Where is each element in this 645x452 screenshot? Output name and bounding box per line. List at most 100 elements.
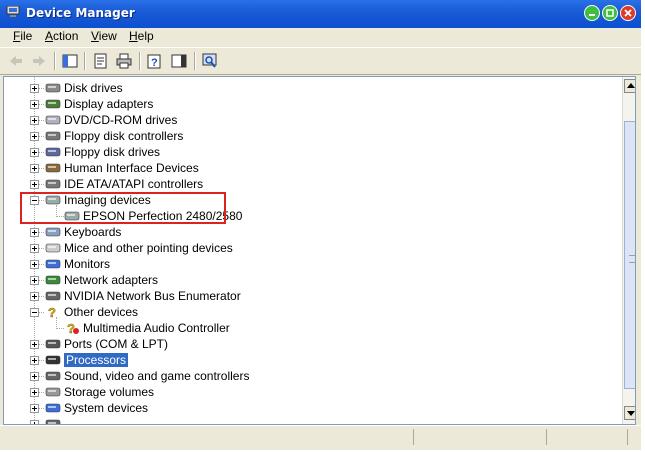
tree-line bbox=[39, 280, 44, 282]
icon-highlight bbox=[48, 390, 56, 392]
tree-line bbox=[39, 360, 44, 362]
print-icon[interactable] bbox=[115, 52, 133, 70]
maximize-icon bbox=[606, 9, 614, 17]
tree-item[interactable]: Ports (COM & LPT) bbox=[4, 336, 604, 352]
plus-stroke bbox=[34, 134, 35, 139]
tree-item[interactable]: Storage volumes bbox=[4, 384, 604, 400]
expand-icon[interactable] bbox=[30, 180, 39, 189]
minimize-button[interactable] bbox=[584, 5, 600, 21]
hid-icon bbox=[45, 163, 61, 173]
tree-item[interactable]: Sound, video and game controllers bbox=[4, 368, 604, 384]
icon-highlight bbox=[48, 374, 56, 376]
tree-line bbox=[39, 312, 44, 314]
tree-item[interactable]: Keyboards bbox=[4, 224, 604, 240]
expand-icon[interactable] bbox=[30, 148, 39, 157]
scroll-down-button[interactable] bbox=[624, 406, 635, 420]
expand-icon[interactable] bbox=[30, 356, 39, 365]
tree-item[interactable]: Human Interface Devices bbox=[4, 160, 604, 176]
menu-view[interactable]: View bbox=[91, 29, 117, 43]
tree-item[interactable]: Network adapters bbox=[4, 272, 604, 288]
plus-stroke bbox=[34, 294, 35, 299]
arrow-up-icon bbox=[627, 83, 635, 88]
minimize-icon bbox=[589, 14, 595, 16]
tree-item[interactable]: Mice and other pointing devices bbox=[4, 240, 604, 256]
tree-item-label: Storage volumes bbox=[64, 385, 155, 399]
tree-item[interactable]: Display adapters bbox=[4, 96, 604, 112]
tree-item[interactable]: Processors bbox=[4, 352, 604, 368]
collapse-icon[interactable] bbox=[30, 308, 39, 317]
expand-icon[interactable] bbox=[30, 340, 39, 349]
scroll-up-button[interactable] bbox=[624, 79, 635, 93]
tree-item[interactable]: DVD/CD-ROM drives bbox=[4, 112, 604, 128]
plus-stroke bbox=[34, 374, 35, 379]
title-bar[interactable]: Device Manager bbox=[0, 0, 641, 28]
show-hide-tree-icon[interactable] bbox=[61, 52, 79, 70]
tree-line bbox=[39, 264, 44, 266]
plus-stroke bbox=[34, 150, 35, 155]
unknown-device-icon: ? bbox=[48, 305, 57, 319]
expand-icon[interactable] bbox=[30, 260, 39, 269]
tree-item-label: Display adapters bbox=[64, 97, 154, 111]
plus-stroke bbox=[34, 342, 35, 347]
expand-icon[interactable] bbox=[30, 116, 39, 125]
icon-highlight bbox=[48, 102, 56, 104]
tree-item[interactable]: Floppy disk drives bbox=[4, 144, 604, 160]
expand-icon[interactable] bbox=[30, 244, 39, 253]
close-button[interactable] bbox=[620, 5, 636, 21]
back-icon[interactable] bbox=[7, 52, 25, 70]
icon-highlight bbox=[48, 422, 56, 424]
expand-icon[interactable] bbox=[30, 164, 39, 173]
resize-grip[interactable] bbox=[627, 429, 640, 445]
toolbar-separator bbox=[54, 52, 56, 70]
tree-item-label: System devices bbox=[64, 401, 149, 415]
tree-item[interactable]: Universal Serial Bus controllers bbox=[4, 416, 604, 424]
tree-item[interactable]: Disk drives bbox=[4, 80, 604, 96]
status-pane bbox=[413, 429, 546, 445]
tree-item[interactable]: ? Other devices bbox=[4, 304, 604, 320]
device-manager-window: Device Manager File Action View Help ? D… bbox=[0, 0, 641, 450]
scan-hardware-icon[interactable] bbox=[201, 52, 219, 70]
vertical-scrollbar[interactable] bbox=[622, 77, 635, 424]
device-tree[interactable]: Disk drives Display adapters DVD/CD-ROM dr… bbox=[3, 76, 636, 425]
tree-line bbox=[39, 248, 44, 250]
monitor-icon bbox=[45, 259, 61, 269]
icon-highlight bbox=[48, 166, 56, 168]
plus-stroke bbox=[34, 390, 35, 395]
menu-action[interactable]: Action bbox=[45, 29, 78, 43]
tree-item[interactable]: IDE ATA/ATAPI controllers bbox=[4, 176, 604, 192]
toolbar-separator bbox=[139, 52, 141, 70]
expand-icon[interactable] bbox=[30, 132, 39, 141]
tree-line bbox=[39, 168, 44, 170]
expand-icon[interactable] bbox=[30, 228, 39, 237]
menu-file[interactable]: File bbox=[13, 29, 32, 43]
tree-item-label: Human Interface Devices bbox=[64, 161, 199, 175]
tree-item[interactable]: Floppy disk controllers bbox=[4, 128, 604, 144]
forward-icon[interactable] bbox=[30, 52, 48, 70]
tree-child-item[interactable]: ? Multimedia Audio Controller bbox=[4, 320, 604, 336]
tree-item[interactable]: Monitors bbox=[4, 256, 604, 272]
expand-icon[interactable] bbox=[30, 292, 39, 301]
tree-item-label: NVIDIA Network Bus Enumerator bbox=[64, 289, 241, 303]
icon-highlight bbox=[48, 278, 56, 280]
expand-icon[interactable] bbox=[30, 276, 39, 285]
tree-item-label: Floppy disk drives bbox=[64, 145, 161, 159]
properties-icon[interactable] bbox=[92, 52, 110, 70]
svg-text:?: ? bbox=[151, 57, 158, 69]
tree-item[interactable]: System devices bbox=[4, 400, 604, 416]
close-icon bbox=[624, 9, 632, 17]
show-hide-action-pane-icon[interactable] bbox=[170, 52, 188, 70]
tree-line bbox=[39, 232, 44, 234]
tree-item[interactable]: NVIDIA Network Bus Enumerator bbox=[4, 288, 604, 304]
expand-icon[interactable] bbox=[30, 404, 39, 413]
tree-item-label: Other devices bbox=[64, 305, 139, 319]
highlight-box bbox=[20, 192, 226, 224]
maximize-button[interactable] bbox=[602, 5, 618, 21]
scroll-thumb[interactable] bbox=[624, 121, 635, 389]
menu-help[interactable]: Help bbox=[129, 29, 154, 43]
help-icon[interactable]: ? bbox=[146, 52, 164, 70]
icon-highlight bbox=[48, 182, 56, 184]
expand-icon[interactable] bbox=[30, 100, 39, 109]
expand-icon[interactable] bbox=[30, 372, 39, 381]
expand-icon[interactable] bbox=[30, 84, 39, 93]
expand-icon[interactable] bbox=[30, 388, 39, 397]
